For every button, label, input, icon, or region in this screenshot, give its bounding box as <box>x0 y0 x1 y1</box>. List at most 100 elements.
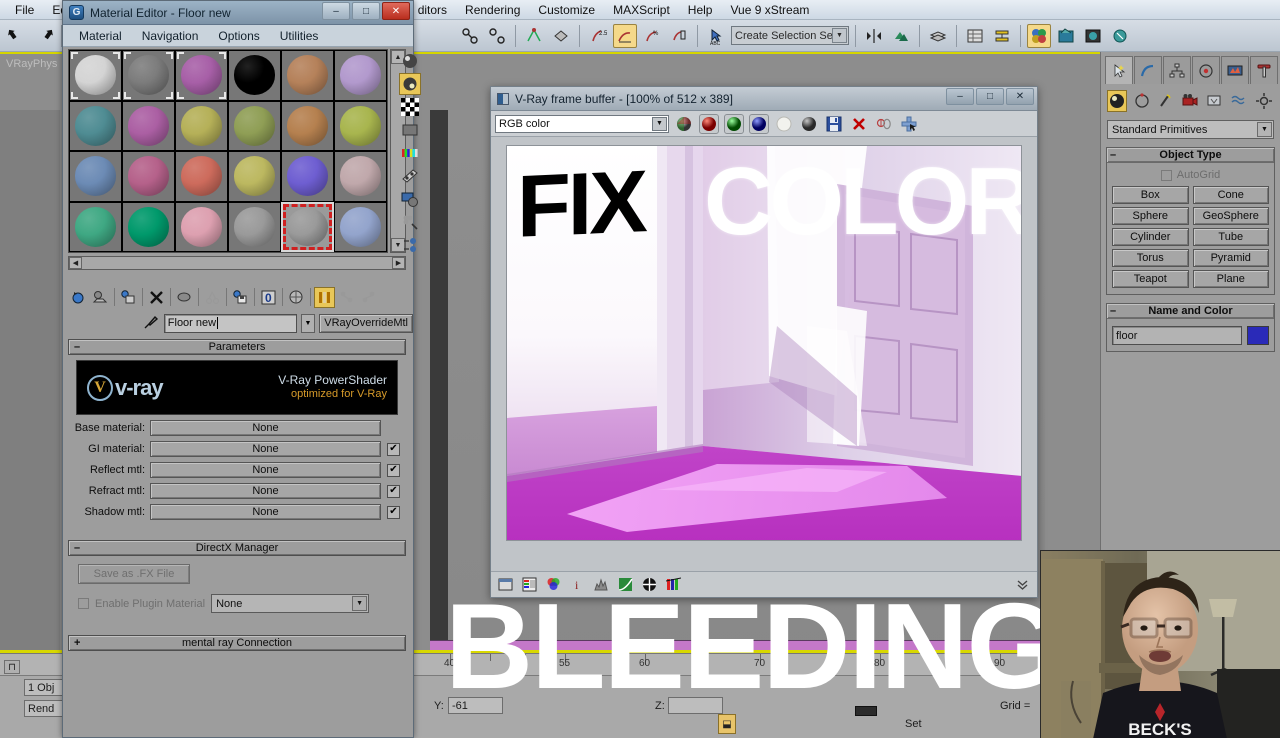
video-color-check-icon[interactable] <box>399 142 421 164</box>
space-warps-subtab[interactable] <box>1229 90 1249 112</box>
link-icon[interactable] <box>458 24 482 48</box>
material-slot-21[interactable] <box>175 201 228 252</box>
material-slot-2[interactable] <box>122 50 175 101</box>
reflect-mtl-button[interactable]: None <box>150 462 381 478</box>
material-slot-10[interactable] <box>228 100 281 151</box>
select-by-name-icon[interactable]: 2.5 <box>586 24 610 48</box>
object-button-cylinder[interactable]: Cylinder <box>1112 228 1189 246</box>
material-effects-channel-icon[interactable]: 0 <box>258 287 279 308</box>
collapse-icon[interactable]: – <box>1110 148 1116 162</box>
unlink-icon[interactable] <box>485 24 509 48</box>
plugin-material-dropdown[interactable]: None ▼ <box>211 594 370 613</box>
object-button-cone[interactable]: Cone <box>1192 186 1269 204</box>
chevron-down-icon[interactable]: ▼ <box>652 116 667 131</box>
collapse-icon[interactable]: – <box>74 341 80 353</box>
blue-channel-icon[interactable] <box>749 113 769 134</box>
render-setup-icon[interactable] <box>1054 24 1078 48</box>
red-channel-icon[interactable] <box>699 113 719 134</box>
gi-material-checkbox[interactable]: ✔ <box>387 442 400 456</box>
vfb-maximize-button[interactable]: □ <box>976 88 1004 105</box>
object-type-header[interactable]: – Object Type <box>1107 148 1274 163</box>
enable-plugin-material-checkbox[interactable] <box>78 598 89 609</box>
material-slot-20[interactable] <box>122 201 175 252</box>
material-type-button[interactable]: VRayOverrideMtl <box>319 313 413 333</box>
material-slot-9[interactable] <box>175 100 228 151</box>
expand-icon[interactable]: + <box>74 637 80 649</box>
object-button-tube[interactable]: Tube <box>1192 228 1269 246</box>
vfb-rendered-image[interactable]: FIX COLOR <box>506 145 1022 541</box>
object-button-sphere[interactable]: Sphere <box>1112 207 1189 225</box>
lights-subtab[interactable] <box>1156 90 1176 112</box>
mental-ray-rollout-header[interactable]: + mental ray Connection <box>68 635 406 651</box>
cameras-subtab[interactable] <box>1180 90 1200 112</box>
me-menu-navigation[interactable]: Navigation <box>132 27 209 45</box>
me-menu-material[interactable]: Material <box>69 27 132 45</box>
curve-editor-icon[interactable] <box>963 24 987 48</box>
material-slot-18[interactable] <box>334 151 387 202</box>
put-to-scene-icon[interactable] <box>90 287 111 308</box>
material-slot-22[interactable] <box>228 201 281 252</box>
close-button[interactable]: ✕ <box>382 2 410 20</box>
key-mode-toggle[interactable]: ⬓ <box>718 714 736 734</box>
gi-material-button[interactable]: None <box>150 441 381 457</box>
chevron-down-icon[interactable]: ▼ <box>1257 122 1272 137</box>
material-sample-slots[interactable] <box>68 49 388 253</box>
geometry-subtab[interactable] <box>1107 90 1128 112</box>
material-slot-17[interactable] <box>281 151 334 202</box>
object-color-swatch[interactable] <box>1247 326 1269 345</box>
material-slot-6[interactable] <box>334 50 387 101</box>
vfb-minimize-button[interactable]: – <box>946 88 974 105</box>
rgb-channel-icon[interactable] <box>674 114 694 134</box>
assign-to-selection-icon[interactable] <box>118 287 139 308</box>
material-map-navigator-icon[interactable] <box>399 234 421 256</box>
material-slot-1[interactable] <box>69 50 122 101</box>
rendered-frame-window-icon[interactable] <box>1081 24 1105 48</box>
maximize-button[interactable]: □ <box>352 2 380 20</box>
create-tab[interactable] <box>1105 56 1133 84</box>
material-slot-8[interactable] <box>122 100 175 151</box>
mirror-icon[interactable] <box>862 24 886 48</box>
bind-to-space-warp-icon[interactable] <box>522 24 546 48</box>
material-slot-5[interactable] <box>281 50 334 101</box>
schematic-view-icon[interactable] <box>990 24 1014 48</box>
material-slot-14[interactable] <box>122 151 175 202</box>
redo-icon[interactable] <box>31 24 55 48</box>
material-editor-title-bar[interactable]: G Material Editor - Floor new – □ ✕ <box>63 1 413 25</box>
pick-material-icon[interactable] <box>142 313 160 334</box>
material-slot-12[interactable] <box>334 100 387 151</box>
save-as-fx-file-button[interactable]: Save as .FX File <box>78 564 190 584</box>
minimize-button[interactable]: – <box>322 2 350 20</box>
align-icon[interactable] <box>889 24 913 48</box>
make-material-copy-icon[interactable] <box>174 287 195 308</box>
window-crossing-icon[interactable] <box>667 24 691 48</box>
hierarchy-tab[interactable] <box>1163 56 1191 84</box>
parameters-rollout-header[interactable]: – Parameters <box>68 339 406 355</box>
named-selection-icon[interactable]: ABC <box>704 24 728 48</box>
show-end-result-icon[interactable] <box>314 286 335 308</box>
put-to-library-icon[interactable] <box>230 287 251 308</box>
region-render-icon[interactable] <box>899 114 919 134</box>
collapse-icon[interactable]: – <box>74 542 80 554</box>
clear-image-icon[interactable] <box>849 114 869 134</box>
green-channel-icon[interactable] <box>724 113 744 134</box>
sample-type-icon[interactable] <box>399 50 421 72</box>
material-slot-13[interactable] <box>69 151 122 202</box>
get-material-icon[interactable] <box>68 287 89 308</box>
backlight-icon[interactable] <box>399 73 421 95</box>
object-button-geosphere[interactable]: GeoSphere <box>1192 207 1269 225</box>
object-category-dropdown[interactable]: Standard Primitives ▼ <box>1107 120 1274 139</box>
me-menu-utilities[interactable]: Utilities <box>270 27 329 45</box>
shadow-mtl-button[interactable]: None <box>150 504 381 520</box>
material-slot-11[interactable] <box>281 100 334 151</box>
refract-mtl-button[interactable]: None <box>150 483 381 499</box>
create-selection-set-input[interactable]: Create Selection Set ▼ <box>731 26 849 45</box>
undo-icon[interactable] <box>4 24 28 48</box>
autogrid-checkbox[interactable] <box>1160 169 1172 181</box>
layer-manager-icon[interactable] <box>926 24 950 48</box>
vfb-channel-dropdown[interactable]: RGB color ▼ <box>495 114 669 133</box>
display-tab[interactable] <box>1221 56 1249 84</box>
menu-item-editors[interactable]: ditors <box>409 1 456 19</box>
modify-tab[interactable] <box>1134 56 1162 84</box>
select-object-icon[interactable] <box>549 24 573 48</box>
material-slot-24[interactable] <box>334 201 387 252</box>
